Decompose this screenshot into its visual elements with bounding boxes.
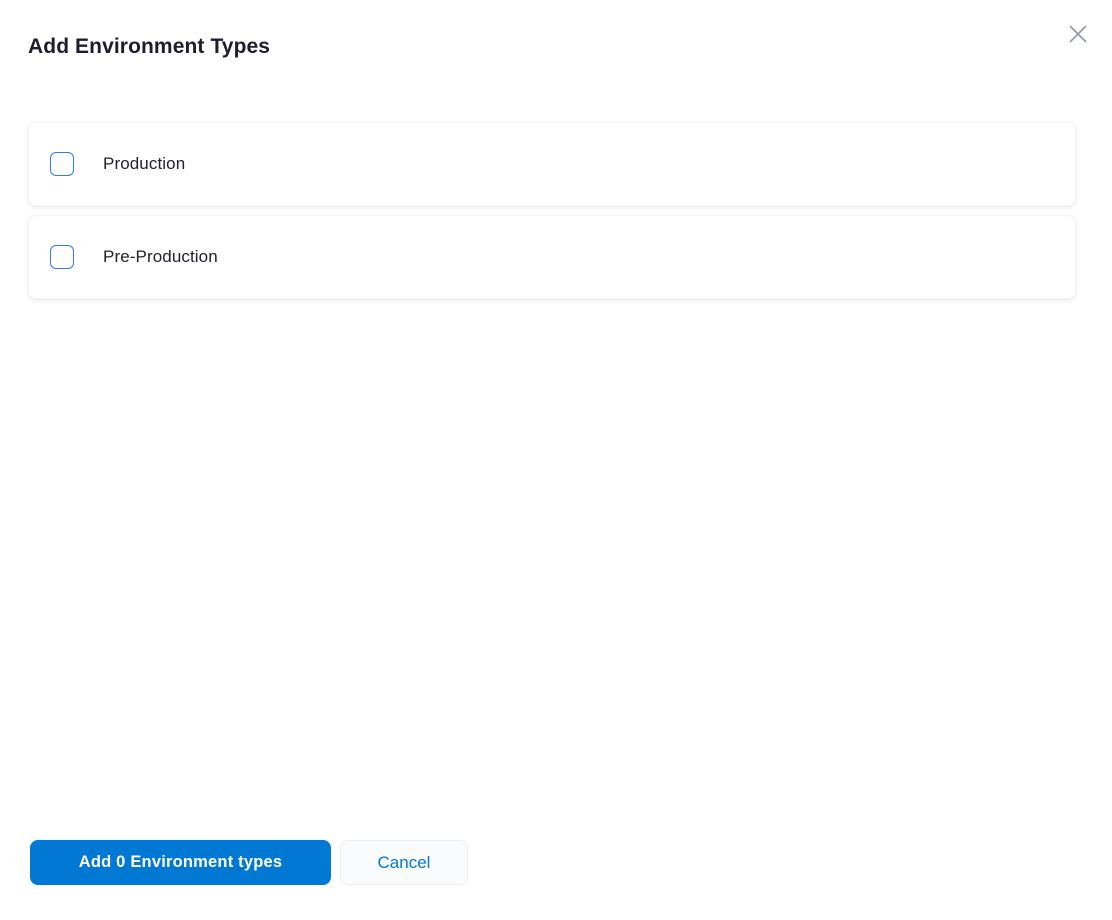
modal-title: Add Environment Types [28,34,270,60]
close-icon [1065,21,1091,47]
cancel-button[interactable]: Cancel [340,840,468,885]
pre-production-checkbox[interactable] [50,245,74,269]
close-button[interactable] [1061,17,1095,51]
add-environment-types-button[interactable]: Add 0 Environment types [30,840,331,885]
add-environment-types-modal: Add Environment Types Production Pre-Pro… [0,0,1112,920]
environment-type-list: Production Pre-Production [28,122,1076,299]
list-item-pre-production[interactable]: Pre-Production [28,215,1076,299]
modal-footer: Add 0 Environment types Cancel [30,840,468,885]
list-item-production[interactable]: Production [28,122,1076,206]
environment-type-label: Pre-Production [103,247,218,267]
production-checkbox[interactable] [50,152,74,176]
environment-type-label: Production [103,154,185,174]
